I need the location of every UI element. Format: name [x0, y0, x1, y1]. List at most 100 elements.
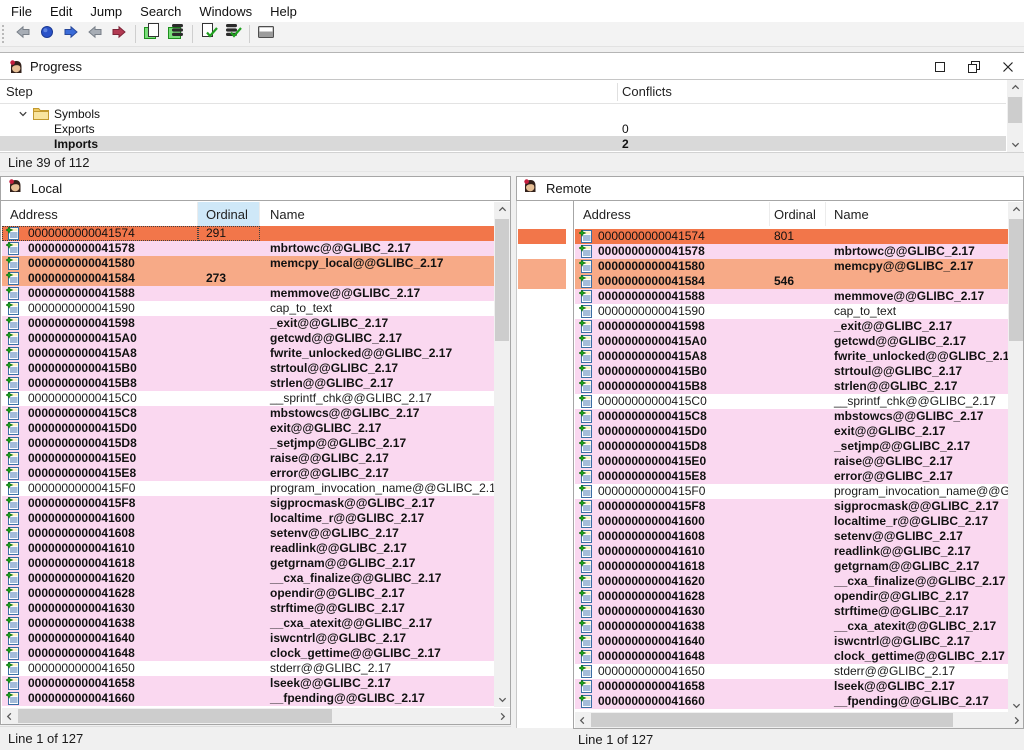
table-row[interactable]: 00000000000415E0raise@@GLIBC_2.17 [2, 451, 494, 466]
menu-windows[interactable]: Windows [190, 2, 261, 21]
tree-scrollbar[interactable] [1007, 80, 1023, 152]
table-row[interactable]: 0000000000041650stderr@@GLIBC_2.17 [575, 664, 1008, 679]
table-row[interactable]: 0000000000041638__cxa_atexit@@GLIBC_2.17 [2, 616, 494, 631]
table-row[interactable]: 0000000000041574291 [2, 226, 494, 241]
local-vertical-down-arrow-icon[interactable] [494, 692, 510, 707]
table-row[interactable]: 00000000000415C8mbstowcs@@GLIBC_2.17 [2, 406, 494, 421]
close-button[interactable] [998, 57, 1018, 77]
toolbar-grip[interactable] [2, 25, 8, 43]
toolbar-button-nav-back-arrow-icon[interactable] [11, 23, 35, 45]
remote-column-header-address[interactable]: Address [575, 202, 770, 226]
table-row[interactable]: 0000000000041590cap_to_text [575, 304, 1008, 319]
tree-scrollbar-thumb[interactable] [1008, 97, 1022, 123]
local-column-header-ordinal[interactable]: Ordinal [198, 202, 260, 226]
local-column-header-address[interactable]: Address [2, 202, 198, 226]
tree-down-arrow-icon[interactable] [1007, 137, 1023, 152]
menu-jump[interactable]: Jump [81, 2, 131, 21]
table-row[interactable]: 00000000000415A0getcwd@@GLIBC_2.17 [2, 331, 494, 346]
menu-file[interactable]: File [2, 2, 41, 21]
menu-edit[interactable]: Edit [41, 2, 81, 21]
remote-horizontal-scrollbar-thumb[interactable] [591, 713, 953, 727]
table-row[interactable]: 0000000000041640iswcntrl@@GLIBC_2.17 [2, 631, 494, 646]
remote-vertical-up-arrow-icon[interactable] [1008, 202, 1024, 217]
table-row[interactable]: 0000000000041584546 [575, 274, 1008, 289]
table-row[interactable]: 0000000000041590cap_to_text [2, 301, 494, 316]
diff-map-block-selected[interactable] [518, 229, 566, 244]
local-horizontal-right-arrow-icon[interactable] [495, 708, 510, 724]
tree-row-exports[interactable]: Exports0 [0, 121, 1006, 136]
remote-column-header-ordinal[interactable]: Ordinal [770, 202, 826, 226]
table-row[interactable]: 00000000000415D8_setjmp@@GLIBC_2.17 [575, 439, 1008, 454]
toolbar-button-nav-forward-arrow-icon[interactable] [59, 23, 83, 45]
table-row[interactable]: 0000000000041600localtime_r@@GLIBC_2.17 [575, 514, 1008, 529]
table-row[interactable]: 00000000000415D0exit@@GLIBC_2.17 [2, 421, 494, 436]
table-row[interactable]: 00000000000415F8sigprocmask@@GLIBC_2.17 [2, 496, 494, 511]
tree-row-imports[interactable]: Imports2 [0, 136, 1006, 151]
table-row[interactable]: 0000000000041640iswcntrl@@GLIBC_2.17 [575, 634, 1008, 649]
toolbar-button-green-list-icon[interactable] [164, 23, 188, 45]
table-row[interactable]: 00000000000415E8error@@GLIBC_2.17 [575, 469, 1008, 484]
table-row[interactable]: 0000000000041610readlink@@GLIBC_2.17 [575, 544, 1008, 559]
maximize-button[interactable] [930, 57, 950, 77]
table-row[interactable]: 0000000000041588memmove@@GLIBC_2.17 [575, 289, 1008, 304]
table-row[interactable]: 00000000000415A8fwrite_unlocked@@GLIBC_2… [575, 349, 1008, 364]
table-row[interactable]: 00000000000415C8mbstowcs@@GLIBC_2.17 [575, 409, 1008, 424]
table-row[interactable]: 00000000000415C0__sprintf_chk@@GLIBC_2.1… [2, 391, 494, 406]
table-row[interactable]: 0000000000041574801 [575, 229, 1008, 244]
remote-vertical-scrollbar[interactable] [1008, 202, 1024, 713]
table-row[interactable]: 00000000000415A8fwrite_unlocked@@GLIBC_2… [2, 346, 494, 361]
tree-row-symbols[interactable]: Symbols [0, 106, 1006, 121]
table-row[interactable]: 0000000000041648clock_gettime@@GLIBC_2.1… [2, 646, 494, 661]
toolbar-button-document-check-icon[interactable] [197, 23, 221, 45]
table-row[interactable]: 0000000000041620__cxa_finalize@@GLIBC_2.… [2, 571, 494, 586]
table-row[interactable]: 00000000000415F0program_invocation_name@… [2, 481, 494, 496]
table-row[interactable]: 00000000000415A0getcwd@@GLIBC_2.17 [575, 334, 1008, 349]
diff-map-block-conflict[interactable] [518, 259, 566, 289]
toolbar-button-green-document-icon[interactable] [140, 23, 164, 45]
conflicts-column-header[interactable]: Conflicts [622, 84, 672, 99]
table-row[interactable]: 0000000000041630strftime@@GLIBC_2.17 [575, 604, 1008, 619]
remote-horizontal-left-arrow-icon[interactable] [575, 712, 590, 728]
table-row[interactable]: 00000000000415E8error@@GLIBC_2.17 [2, 466, 494, 481]
remote-vertical-down-arrow-icon[interactable] [1008, 698, 1024, 713]
step-column-header[interactable]: Step [6, 84, 33, 99]
table-row[interactable]: 0000000000041608setenv@@GLIBC_2.17 [2, 526, 494, 541]
local-horizontal-scrollbar-thumb[interactable] [18, 709, 332, 723]
toolbar-button-stop-circle-icon[interactable] [35, 23, 59, 45]
table-row[interactable]: 00000000000415D8_setjmp@@GLIBC_2.17 [2, 436, 494, 451]
toolbar-button-next-red-arrow-icon[interactable] [107, 23, 131, 45]
table-row[interactable]: 00000000000415B0strtoul@@GLIBC_2.17 [2, 361, 494, 376]
chevron-down-icon[interactable] [18, 108, 28, 122]
table-row[interactable]: 00000000000415B8strlen@@GLIBC_2.17 [575, 379, 1008, 394]
toolbar-button-prev-gray-arrow-icon[interactable] [83, 23, 107, 45]
toolbar-button-list-check-icon[interactable] [221, 23, 245, 45]
table-row[interactable]: 00000000000415B8strlen@@GLIBC_2.17 [2, 376, 494, 391]
table-row[interactable]: 0000000000041598_exit@@GLIBC_2.17 [575, 319, 1008, 334]
table-row[interactable]: 00000000000415E0raise@@GLIBC_2.17 [575, 454, 1008, 469]
table-row[interactable]: 0000000000041658lseek@@GLIBC_2.17 [2, 676, 494, 691]
menu-help[interactable]: Help [261, 2, 306, 21]
local-vertical-scrollbar-thumb[interactable] [495, 219, 509, 341]
table-row[interactable]: 0000000000041578mbrtowc@@GLIBC_2.17 [2, 241, 494, 256]
table-row[interactable]: 0000000000041588memmove@@GLIBC_2.17 [2, 286, 494, 301]
local-column-header-name[interactable]: Name [260, 202, 494, 226]
remote-column-header-name[interactable]: Name [826, 202, 1008, 226]
table-row[interactable]: 0000000000041620__cxa_finalize@@GLIBC_2.… [575, 574, 1008, 589]
table-row[interactable]: 0000000000041628opendir@@GLIBC_2.17 [2, 586, 494, 601]
table-row[interactable]: 0000000000041630strftime@@GLIBC_2.17 [2, 601, 494, 616]
table-row[interactable]: 0000000000041598_exit@@GLIBC_2.17 [2, 316, 494, 331]
table-row[interactable]: 0000000000041618getgrnam@@GLIBC_2.17 [575, 559, 1008, 574]
toolbar-button-window-frame-icon[interactable] [254, 23, 278, 45]
table-row[interactable]: 0000000000041658lseek@@GLIBC_2.17 [575, 679, 1008, 694]
menu-search[interactable]: Search [131, 2, 190, 21]
remote-vertical-scrollbar-thumb[interactable] [1009, 219, 1023, 341]
table-row[interactable]: 0000000000041584273 [2, 271, 494, 286]
table-row[interactable]: 00000000000415F0program_invocation_name@… [575, 484, 1008, 499]
local-horizontal-left-arrow-icon[interactable] [2, 708, 17, 724]
restore-button[interactable] [964, 57, 984, 77]
table-row[interactable]: 0000000000041580memcpy@@GLIBC_2.17 [575, 259, 1008, 274]
remote-horizontal-scrollbar[interactable] [575, 712, 1024, 728]
table-row[interactable]: 0000000000041628opendir@@GLIBC_2.17 [575, 589, 1008, 604]
table-row[interactable]: 0000000000041578mbrtowc@@GLIBC_2.17 [575, 244, 1008, 259]
local-vertical-scrollbar[interactable] [494, 202, 510, 707]
